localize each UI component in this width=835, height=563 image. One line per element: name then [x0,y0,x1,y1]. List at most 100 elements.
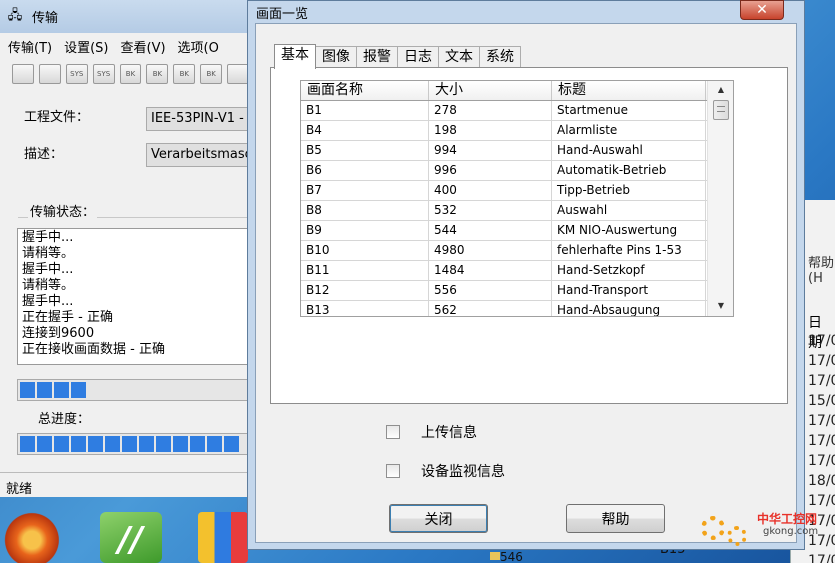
table-row[interactable]: B8 532 Auswahl [301,201,733,221]
column-header-name[interactable]: 画面名称 [301,81,429,100]
watermark-text: 中华工控网 [757,512,818,526]
background-date-cell: 15/06 [808,393,835,409]
progress-block [139,436,154,452]
table-cell: Hand-Absaugung [552,301,706,316]
table-cell: B9 [301,221,429,240]
table-cell: 198 [429,121,552,140]
table-cell: KM NIO-Auswertung [552,221,706,240]
screen-table: 画面名称 大小 标题 B1 278 Startmenue B4 198 Alarmlist… [300,80,734,317]
table-cell: B13 [301,301,429,316]
table-row[interactable]: B5 994 Hand-Auswahl [301,141,733,161]
progress-block [54,382,69,398]
tab-3[interactable]: 日志 [397,46,439,68]
vertical-scrollbar[interactable]: ▲ ▼ [707,81,733,316]
project-file-label: 工程文件： [24,110,90,125]
table-cell: 544 [429,221,552,240]
tab-0[interactable]: 基本 [274,44,316,69]
bk-write-icon[interactable]: BK [146,64,169,84]
bk-verify-icon[interactable]: BK [200,64,223,84]
background-date-cell: 17/02 [808,493,835,509]
table-cell: Automatik-Betrieb [552,161,706,180]
table-row[interactable]: B9 544 KM NIO-Auswertung [301,221,733,241]
dialog-tabs: 基本 图像 报警 日志 文本 系统 [274,44,521,69]
column-header-size[interactable]: 大小 [429,81,552,100]
dialog-titlebar[interactable]: 画面一览 ✕ [248,0,804,23]
table-row[interactable]: B4 198 Alarmliste [301,121,733,141]
progress-block [190,436,205,452]
status-bar: 就绪 [0,472,250,497]
background-help-menu[interactable]: 帮助(H [808,252,835,286]
background-date-cell: 17/02 [808,353,835,369]
table-header: 画面名称 大小 标题 [301,81,733,101]
transfer-log[interactable]: 握手中... 请稍等。 握手中... 请稍等。 握手中... 正在握手 - 正确 连接到96… [17,228,250,365]
log-line: 连接到9600 [22,326,95,341]
tab-2[interactable]: 报警 [356,46,398,68]
green-app-icon[interactable]: // [100,512,162,563]
menu-item[interactable]: 查看(V) [121,37,166,56]
tab-1[interactable]: 图像 [315,46,357,68]
sys-download-icon[interactable]: SYS [92,64,115,84]
total-progress-bar [17,433,250,455]
progress-block [173,436,188,452]
table-cell: B5 [301,141,429,160]
menu-item[interactable]: 选项(O [178,37,219,56]
table-cell: B4 [301,121,429,140]
table-cell: 1484 [429,261,552,280]
stop-icon[interactable] [227,64,250,84]
table-row[interactable]: B7 400 Tipp-Betrieb [301,181,733,201]
background-folder-label: 546 [500,550,523,563]
log-line: 正在握手 - 正确 [22,310,113,325]
tab-5[interactable]: 系统 [479,46,521,68]
log-line: 正在接收画面数据 - 正确 [22,342,165,357]
menu-item[interactable]: 设置(S) [64,37,108,56]
table-row[interactable]: B10 4980 fehlerhafte Pins 1-53 [301,241,733,261]
watermark: 中华工控网 gkong.com [697,508,827,556]
table-row[interactable]: B1 278 Startmenue [301,101,733,121]
table-row[interactable]: B13 562 Hand-Absaugung [301,301,733,316]
table-cell: 4980 [429,241,552,260]
menu-item[interactable]: 传输(T) [8,37,52,56]
column-header-title[interactable]: 标题 [552,81,706,100]
download-icon[interactable] [38,64,61,84]
close-button[interactable]: 关闭 [389,504,488,533]
device-monitor-checkbox[interactable] [386,464,400,478]
progress-block [224,436,239,452]
scroll-up-arrow-icon[interactable]: ▲ [708,81,733,99]
description-field[interactable]: Verarbeitsmasc [146,143,250,167]
log-line: 请稍等。 [22,278,75,293]
transfer-menubar: 传输(T) 设置(S) 查看(V) 选项(O [0,33,249,59]
firefox-icon[interactable] [4,512,66,563]
bk-read-icon[interactable]: BK [119,64,142,84]
table-row[interactable]: B6 996 Automatik-Betrieb [301,161,733,181]
project-file-field[interactable]: IEE-53PIN-V1 - C [146,107,250,131]
small-gear-icon [727,526,747,546]
bk-compare-icon[interactable]: BK [173,64,196,84]
sys-upload-icon[interactable]: SYS [65,64,88,84]
scroll-down-arrow-icon[interactable]: ▼ [708,297,733,315]
progress-block [54,436,69,452]
table-cell: B10 [301,241,429,260]
progress-block [88,436,103,452]
color-app-icon[interactable] [198,512,248,563]
transfer-titlebar[interactable]: 🖧 传输 [0,0,249,33]
tab-4[interactable]: 文本 [438,46,480,68]
table-cell: B1 [301,101,429,120]
folder-icon [490,552,500,560]
table-cell: 562 [429,301,552,316]
table-cell: 556 [429,281,552,300]
table-cell: 996 [429,161,552,180]
table-cell: 994 [429,141,552,160]
upload-icon[interactable] [12,64,34,84]
scroll-thumb[interactable] [713,100,729,120]
table-cell: 532 [429,201,552,220]
help-button[interactable]: 帮助 [566,504,665,533]
table-row[interactable]: B12 556 Hand-Transport [301,281,733,301]
close-icon[interactable]: ✕ [740,0,784,20]
table-cell: B12 [301,281,429,300]
table-body: B1 278 Startmenue B4 198 Alarmliste B5 994 Hand-… [301,101,733,316]
transfer-status-label: 传输状态： [28,201,98,220]
upload-info-label: 上传信息 [421,425,477,441]
table-row[interactable]: B11 1484 Hand-Setzkopf [301,261,733,281]
upload-info-checkbox[interactable] [386,425,400,439]
table-cell: Hand-Transport [552,281,706,300]
